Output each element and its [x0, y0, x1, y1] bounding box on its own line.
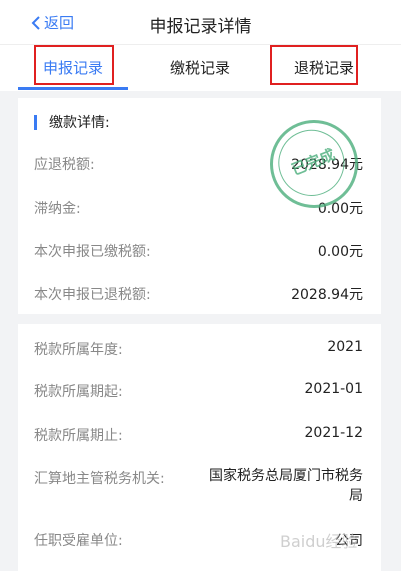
section-title: 缴款详情: [49, 115, 110, 131]
row-value: 2021 [327, 339, 363, 355]
row-value: 2021-12 [304, 425, 364, 441]
row-value: 2028.94元 [291, 287, 363, 303]
row-value: 0.00元 [317, 244, 363, 260]
row-label: 税款所属年度: [34, 342, 123, 358]
tab-payment-records[interactable]: 缴税记录 [145, 45, 255, 91]
row-label: 滞纳金: [34, 201, 81, 217]
refunded-tax-row: 本次申报已退税额: 2028.94元 [34, 284, 363, 306]
row-value: 国家税务总局厦门市税务局 [209, 468, 363, 504]
highlight-box [270, 45, 358, 85]
page-title: 申报记录详情 [149, 17, 252, 37]
highlight-box [34, 45, 114, 85]
active-tab-indicator [18, 87, 128, 90]
period-end-row: 税款所属期止: 2021-12 [34, 425, 363, 447]
section-accent-bar [34, 114, 37, 130]
row-value: 2021-01 [304, 381, 364, 397]
row-label: 本次申报已退税额: [34, 287, 151, 303]
watermark: Baidu经验 [280, 532, 358, 551]
tax-year-row: 税款所属年度: 2021 [34, 339, 363, 361]
nav-bar: 返回 申报记录详情 [0, 0, 401, 44]
tax-authority-row: 汇算地主管税务机关: 国家税务总局厦门市税务局 [34, 468, 363, 508]
row-label: 税款所属期起: [34, 384, 123, 400]
period-start-row: 税款所属期起: 2021-01 [34, 381, 363, 403]
row-label: 应退税额: [34, 157, 95, 173]
section-header: 缴款详情: [34, 112, 110, 132]
paid-tax-row: 本次申报已缴税额: 0.00元 [34, 241, 363, 263]
tab-label: 缴税记录 [169, 59, 230, 77]
row-label: 税款所属期止: [34, 428, 123, 444]
row-label: 汇算地主管税务机关: [34, 471, 165, 487]
row-label: 任职受雇单位: [34, 533, 123, 549]
row-label: 本次申报已缴税额: [34, 244, 151, 260]
